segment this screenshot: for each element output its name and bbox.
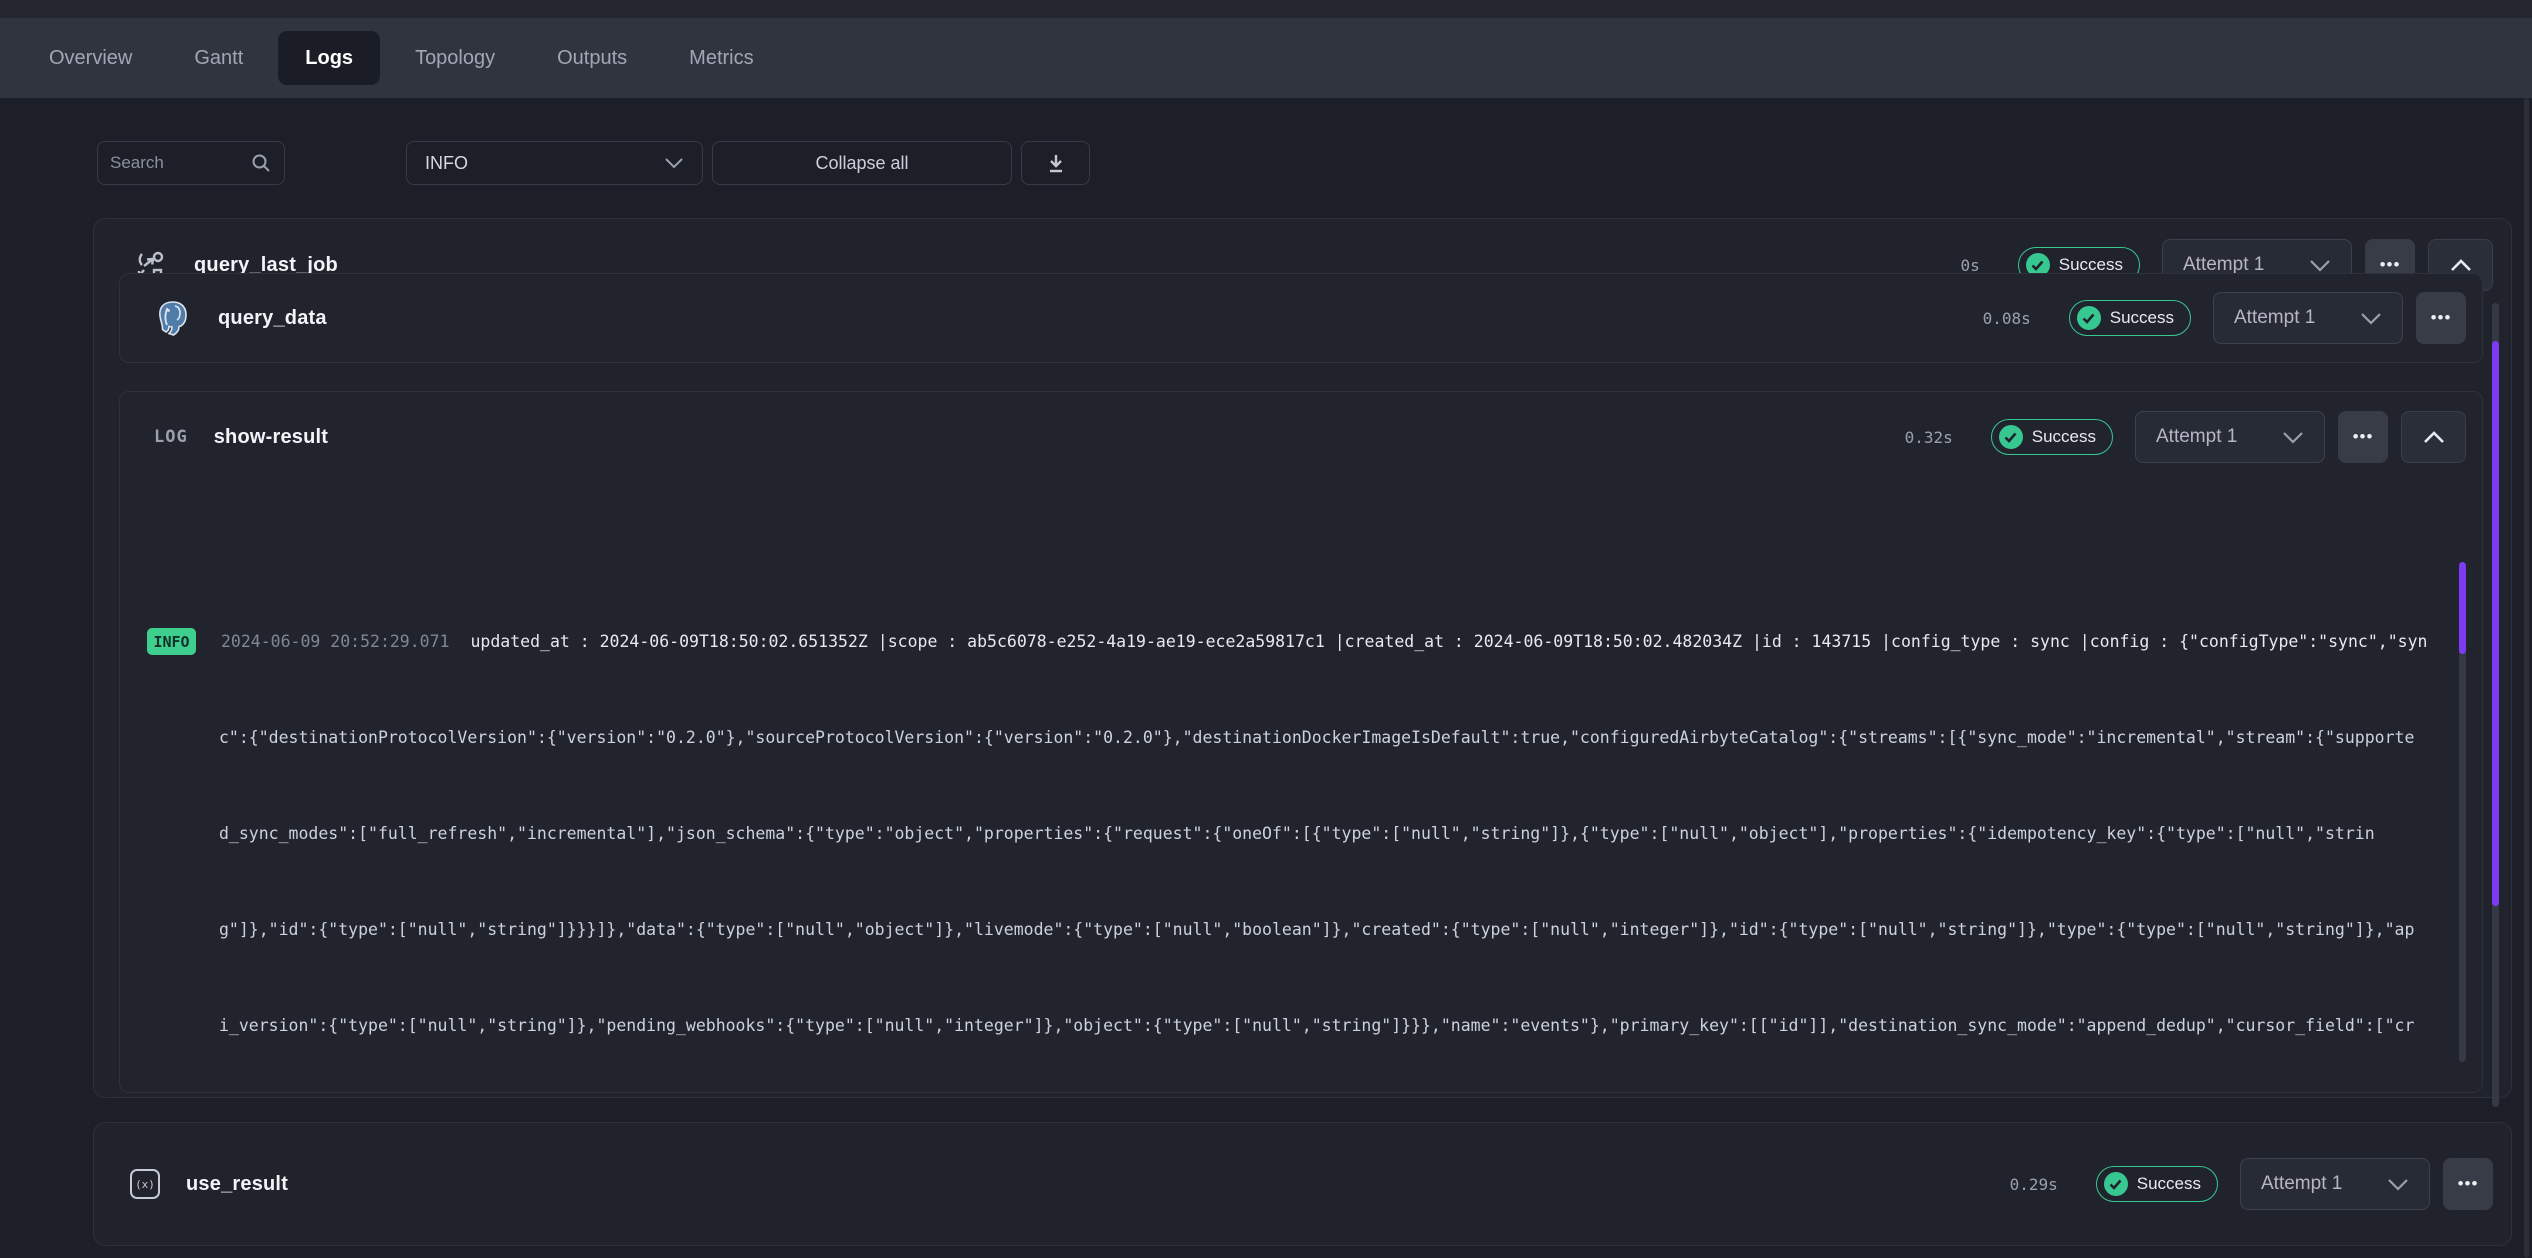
log-entry-first-line: INFO 2024-06-09 20:52:29.071 updated_at … [120, 626, 2483, 658]
more-actions-button[interactable]: ••• [2416, 292, 2466, 344]
tab-metrics[interactable]: Metrics [662, 31, 780, 85]
log-level-value: INFO [425, 153, 468, 174]
log-line: d_sync_modes":["full_refresh","increment… [120, 818, 2483, 850]
function-icon: (x) [130, 1169, 160, 1199]
tab-gantt[interactable]: Gantt [167, 31, 270, 85]
ellipsis-icon: ••• [2380, 255, 2401, 275]
query-data-header[interactable]: query_data 0.08s Success Attempt 1 ••• [120, 274, 2482, 362]
window-top-strip [0, 0, 2532, 18]
log-scrollbar-thumb[interactable] [2459, 562, 2466, 654]
chevron-down-icon [2387, 1178, 2409, 1191]
check-circle-icon [2077, 306, 2101, 330]
search-input[interactable] [110, 153, 250, 173]
download-icon [1045, 152, 1067, 174]
status-badge: Success [2096, 1166, 2218, 1202]
log-level-badge: INFO [147, 628, 196, 655]
search-icon [250, 152, 272, 174]
task-card-show-result: LOG show-result 0.32s Success Attempt 1 … [119, 391, 2483, 1093]
attempt-select[interactable]: Attempt 1 [2213, 292, 2403, 344]
attempt-select[interactable]: Attempt 1 [2240, 1158, 2430, 1210]
status-label: Success [2110, 308, 2174, 328]
chevron-down-icon [2309, 259, 2331, 272]
collapse-section-button[interactable] [2401, 411, 2466, 463]
log-output[interactable]: INFO 2024-06-09 20:52:29.071 updated_at … [120, 562, 2483, 1092]
log-timestamp: 2024-06-09 20:52:29.071 [221, 626, 449, 658]
more-actions-button[interactable]: ••• [2338, 411, 2388, 463]
duration-label: 0.08s [1983, 309, 2031, 328]
more-actions-button[interactable]: ••• [2443, 1158, 2493, 1210]
status-badge: Success [1991, 419, 2113, 455]
status-label: Success [2032, 427, 2096, 447]
check-circle-icon [2104, 1172, 2128, 1196]
chevron-up-icon [2450, 259, 2472, 272]
log-scrollbar-track[interactable] [2459, 562, 2466, 1062]
chevron-down-icon [2282, 431, 2304, 444]
tab-outputs[interactable]: Outputs [530, 31, 654, 85]
status-label: Success [2059, 255, 2123, 275]
section-title: show-result [214, 426, 328, 449]
download-logs-button[interactable] [1021, 141, 1090, 185]
tab-topology[interactable]: Topology [388, 31, 522, 85]
ellipsis-icon: ••• [2431, 308, 2452, 328]
tab-bar: Overview Gantt Logs Topology Outputs Met… [0, 18, 2532, 98]
section-title: query_data [218, 307, 327, 330]
collapse-all-button[interactable]: Collapse all [712, 141, 1012, 185]
duration-label: 0.32s [1905, 428, 1953, 447]
section-title: use_result [186, 1173, 288, 1196]
chevron-up-icon [2423, 431, 2445, 444]
log-line: g"]},"id":{"type":["null","string"]}}}]}… [120, 914, 2483, 946]
duration-label: 0s [1960, 256, 1979, 275]
attempt-select[interactable]: Attempt 1 [2135, 411, 2325, 463]
status-badge: Success [2069, 300, 2191, 336]
attempt-value: Attempt 1 [2234, 307, 2315, 329]
collapse-all-label: Collapse all [815, 153, 908, 174]
task-group-query-last-job: query_last_job 0s Success Attempt 1 ••• [93, 218, 2512, 1098]
tab-logs[interactable]: Logs [278, 31, 380, 85]
chevron-down-icon [664, 157, 684, 169]
log-level-select[interactable]: INFO [406, 141, 703, 185]
show-result-header[interactable]: LOG show-result 0.32s Success Attempt 1 … [120, 392, 2482, 482]
postgres-icon [154, 299, 192, 337]
log-line: i_version":{"type":["null","string"]},"p… [120, 1010, 2483, 1042]
use-result-header[interactable]: (x) use_result 0.29s Success Attempt 1 •… [94, 1123, 2511, 1245]
log-icon: LOG [154, 427, 188, 447]
search-box[interactable] [97, 141, 285, 185]
group-scrollbar-thumb[interactable] [2492, 341, 2499, 906]
check-circle-icon [1999, 425, 2023, 449]
log-message: updated_at : 2024-06-09T18:50:02.651352Z… [470, 626, 2427, 658]
attempt-value: Attempt 1 [2261, 1173, 2342, 1195]
task-card-query-data: query_data 0.08s Success Attempt 1 ••• [119, 273, 2483, 363]
logs-toolbar: INFO Collapse all [97, 141, 1090, 185]
group-scrollbar-track[interactable] [2492, 303, 2499, 1107]
tab-overview[interactable]: Overview [22, 31, 159, 85]
duration-label: 0.29s [2010, 1175, 2058, 1194]
log-line: c":{"destinationProtocolVersion":{"versi… [120, 722, 2483, 754]
chevron-down-icon [2360, 312, 2382, 325]
ellipsis-icon: ••• [2353, 427, 2374, 447]
task-card-use-result: (x) use_result 0.29s Success Attempt 1 •… [93, 1122, 2512, 1246]
ellipsis-icon: ••• [2458, 1174, 2479, 1194]
attempt-value: Attempt 1 [2156, 426, 2237, 448]
window-scrollbar-track[interactable] [2524, 98, 2529, 1258]
status-label: Success [2137, 1174, 2201, 1194]
